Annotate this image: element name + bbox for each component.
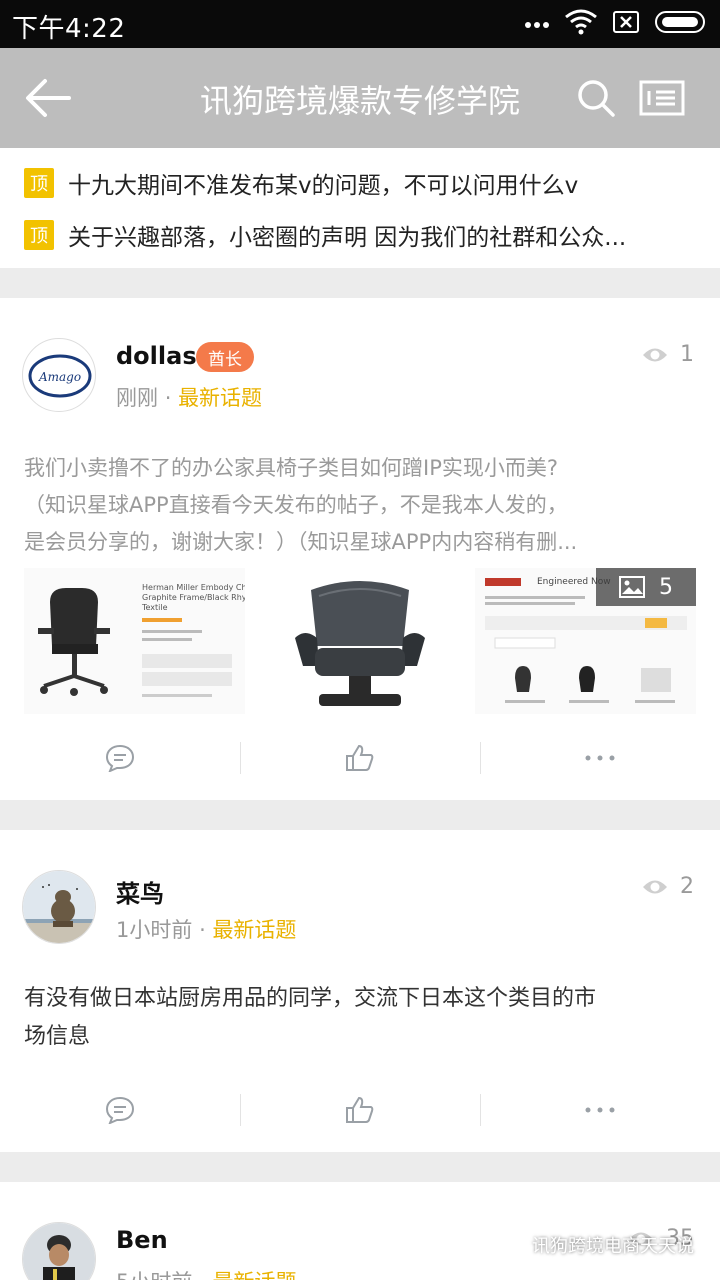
avatar[interactable] bbox=[22, 870, 96, 944]
post-content-line: 场信息 bbox=[24, 1024, 91, 1049]
comment-button[interactable] bbox=[0, 1080, 240, 1140]
eye-icon bbox=[643, 880, 667, 893]
post-image[interactable] bbox=[249, 568, 471, 714]
post-card[interactable]: 菜鸟 1小时前 · 最新话题 2 有没有做日本站厨房用品的同学，交流下日本这个类… bbox=[0, 830, 720, 1152]
comment-button[interactable] bbox=[0, 728, 240, 788]
avatar-logo-text: Amago bbox=[38, 370, 81, 384]
post-content-line: 我们小卖撸不了的办公家具椅子类目如何蹭IP实现小而美? bbox=[24, 456, 559, 480]
thumbs-up-icon bbox=[346, 1096, 374, 1123]
pinned-item-text: 十九大期间不准发布某v的问题，不可以问用什么v bbox=[68, 173, 579, 199]
post-meta: 5小时前 · 最新话题 bbox=[116, 1266, 296, 1280]
image-icon bbox=[618, 576, 645, 598]
post-card[interactable]: Ben 5小时前 · 最新话题 35 bbox=[0, 1182, 720, 1280]
status-icons bbox=[524, 8, 710, 40]
post-content-line: 是会员分享的，谢谢大家！）（知识星球APP内内容稍有删... bbox=[24, 530, 578, 554]
post-content[interactable]: 我们小卖撸不了的办公家具椅子类目如何蹭IP实现小而美? （知识星球APP直接看今… bbox=[24, 450, 700, 561]
status-bar: 下午4:22 bbox=[0, 0, 720, 48]
status-time: 下午4:22 bbox=[12, 14, 126, 44]
view-count-number: 1 bbox=[680, 342, 694, 367]
post-meta: 刚刚 · 最新话题 bbox=[116, 382, 262, 412]
author-name[interactable]: 菜鸟 bbox=[116, 874, 164, 909]
signal-dots-icon bbox=[524, 15, 550, 34]
topic-tag[interactable]: 最新话题 bbox=[212, 918, 296, 942]
view-count: 2 bbox=[642, 874, 694, 899]
watermark-text: 讯狗跨境电商天天说 bbox=[532, 1236, 694, 1257]
back-arrow-icon bbox=[26, 79, 71, 117]
thumb-text: Textile bbox=[141, 603, 168, 612]
app-bar: 讯狗跨境爆款专修学院 bbox=[0, 48, 720, 148]
post-content-line: 有没有做日本站厨房用品的同学，交流下日本这个类目的市 bbox=[24, 986, 597, 1011]
wifi-icon bbox=[564, 9, 598, 39]
author-name[interactable]: Ben bbox=[116, 1226, 168, 1254]
post-content[interactable]: 有没有做日本站厨房用品的同学，交流下日本这个类目的市 场信息 bbox=[24, 980, 700, 1056]
post-meta: 1小时前 · 最新话题 bbox=[116, 914, 296, 944]
battery-icon bbox=[654, 10, 710, 38]
role-badge: 酋长 bbox=[196, 342, 254, 372]
group-info-button[interactable] bbox=[636, 74, 688, 122]
thumb-text: Graphite Frame/Black Rhythm bbox=[142, 593, 245, 602]
view-count: 1 bbox=[642, 342, 694, 367]
topic-tag[interactable]: 最新话题 bbox=[178, 386, 262, 410]
topic-tag[interactable]: 最新话题 bbox=[212, 1270, 296, 1280]
eye-icon bbox=[643, 348, 667, 361]
more-button[interactable] bbox=[480, 728, 720, 788]
meta-separator: · bbox=[199, 1270, 206, 1280]
post-image[interactable]: Engineered Now 5 bbox=[474, 568, 696, 714]
post-time: 5小时前 bbox=[116, 1270, 192, 1280]
image-count-number: 5 bbox=[658, 574, 673, 600]
post-time: 1小时前 bbox=[116, 918, 193, 942]
post-card[interactable]: Amago dollas 酋长 刚刚 · 最新话题 1 我们小卖撸不了的办公家具… bbox=[0, 298, 720, 800]
pinned-item-text: 关于兴趣部落，小密圈的声明 因为我们的社群和公众... bbox=[68, 225, 627, 251]
pin-badge: 顶 bbox=[24, 168, 54, 198]
pinned-item[interactable]: 顶 十九大期间不准发布某v的问题，不可以问用什么v bbox=[24, 163, 704, 203]
page-title: 讯狗跨境爆款专修学院 bbox=[199, 82, 520, 120]
post-actions bbox=[0, 1080, 720, 1140]
comment-icon bbox=[105, 744, 135, 772]
pinned-item[interactable]: 顶 关于兴趣部落，小密圈的声明 因为我们的社群和公众... bbox=[24, 215, 704, 255]
pinned-topics: 顶 十九大期间不准发布某v的问题，不可以问用什么v 顶 关于兴趣部落，小密圈的声… bbox=[0, 148, 720, 268]
pin-badge: 顶 bbox=[24, 220, 54, 250]
author-name[interactable]: dollas bbox=[116, 342, 197, 370]
thumb-text: Herman Miller Embody Chair - bbox=[142, 583, 245, 592]
search-button[interactable] bbox=[572, 72, 620, 124]
like-button[interactable] bbox=[240, 728, 480, 788]
search-icon bbox=[578, 80, 615, 117]
wechat-icon bbox=[500, 1235, 525, 1255]
thumbs-up-icon bbox=[346, 744, 374, 771]
post-actions bbox=[0, 728, 720, 788]
meta-separator: · bbox=[199, 918, 206, 942]
more-dots-icon bbox=[585, 755, 615, 761]
meta-separator: · bbox=[164, 386, 172, 410]
image-count-badge[interactable]: 5 bbox=[595, 568, 696, 606]
avatar[interactable] bbox=[22, 1222, 96, 1280]
more-button[interactable] bbox=[480, 1080, 720, 1140]
watermark: 讯狗跨境电商天天说 bbox=[500, 1232, 694, 1258]
comment-icon bbox=[105, 1096, 135, 1124]
post-image[interactable]: Herman Miller Embody Chair - Graphite Fr… bbox=[24, 568, 246, 714]
post-content-line: （知识星球APP直接看今天发布的帖子，不是我本人发的， bbox=[24, 493, 568, 517]
card-icon bbox=[639, 80, 685, 116]
avatar[interactable]: Amago bbox=[22, 338, 96, 412]
no-sim-icon bbox=[612, 10, 640, 38]
view-count-number: 2 bbox=[680, 874, 694, 899]
back-button[interactable] bbox=[20, 72, 76, 124]
post-time: 刚刚 bbox=[116, 386, 158, 410]
image-gallery: Herman Miller Embody Chair - Graphite Fr… bbox=[24, 568, 696, 714]
like-button[interactable] bbox=[240, 1080, 480, 1140]
more-dots-icon bbox=[585, 1107, 615, 1113]
